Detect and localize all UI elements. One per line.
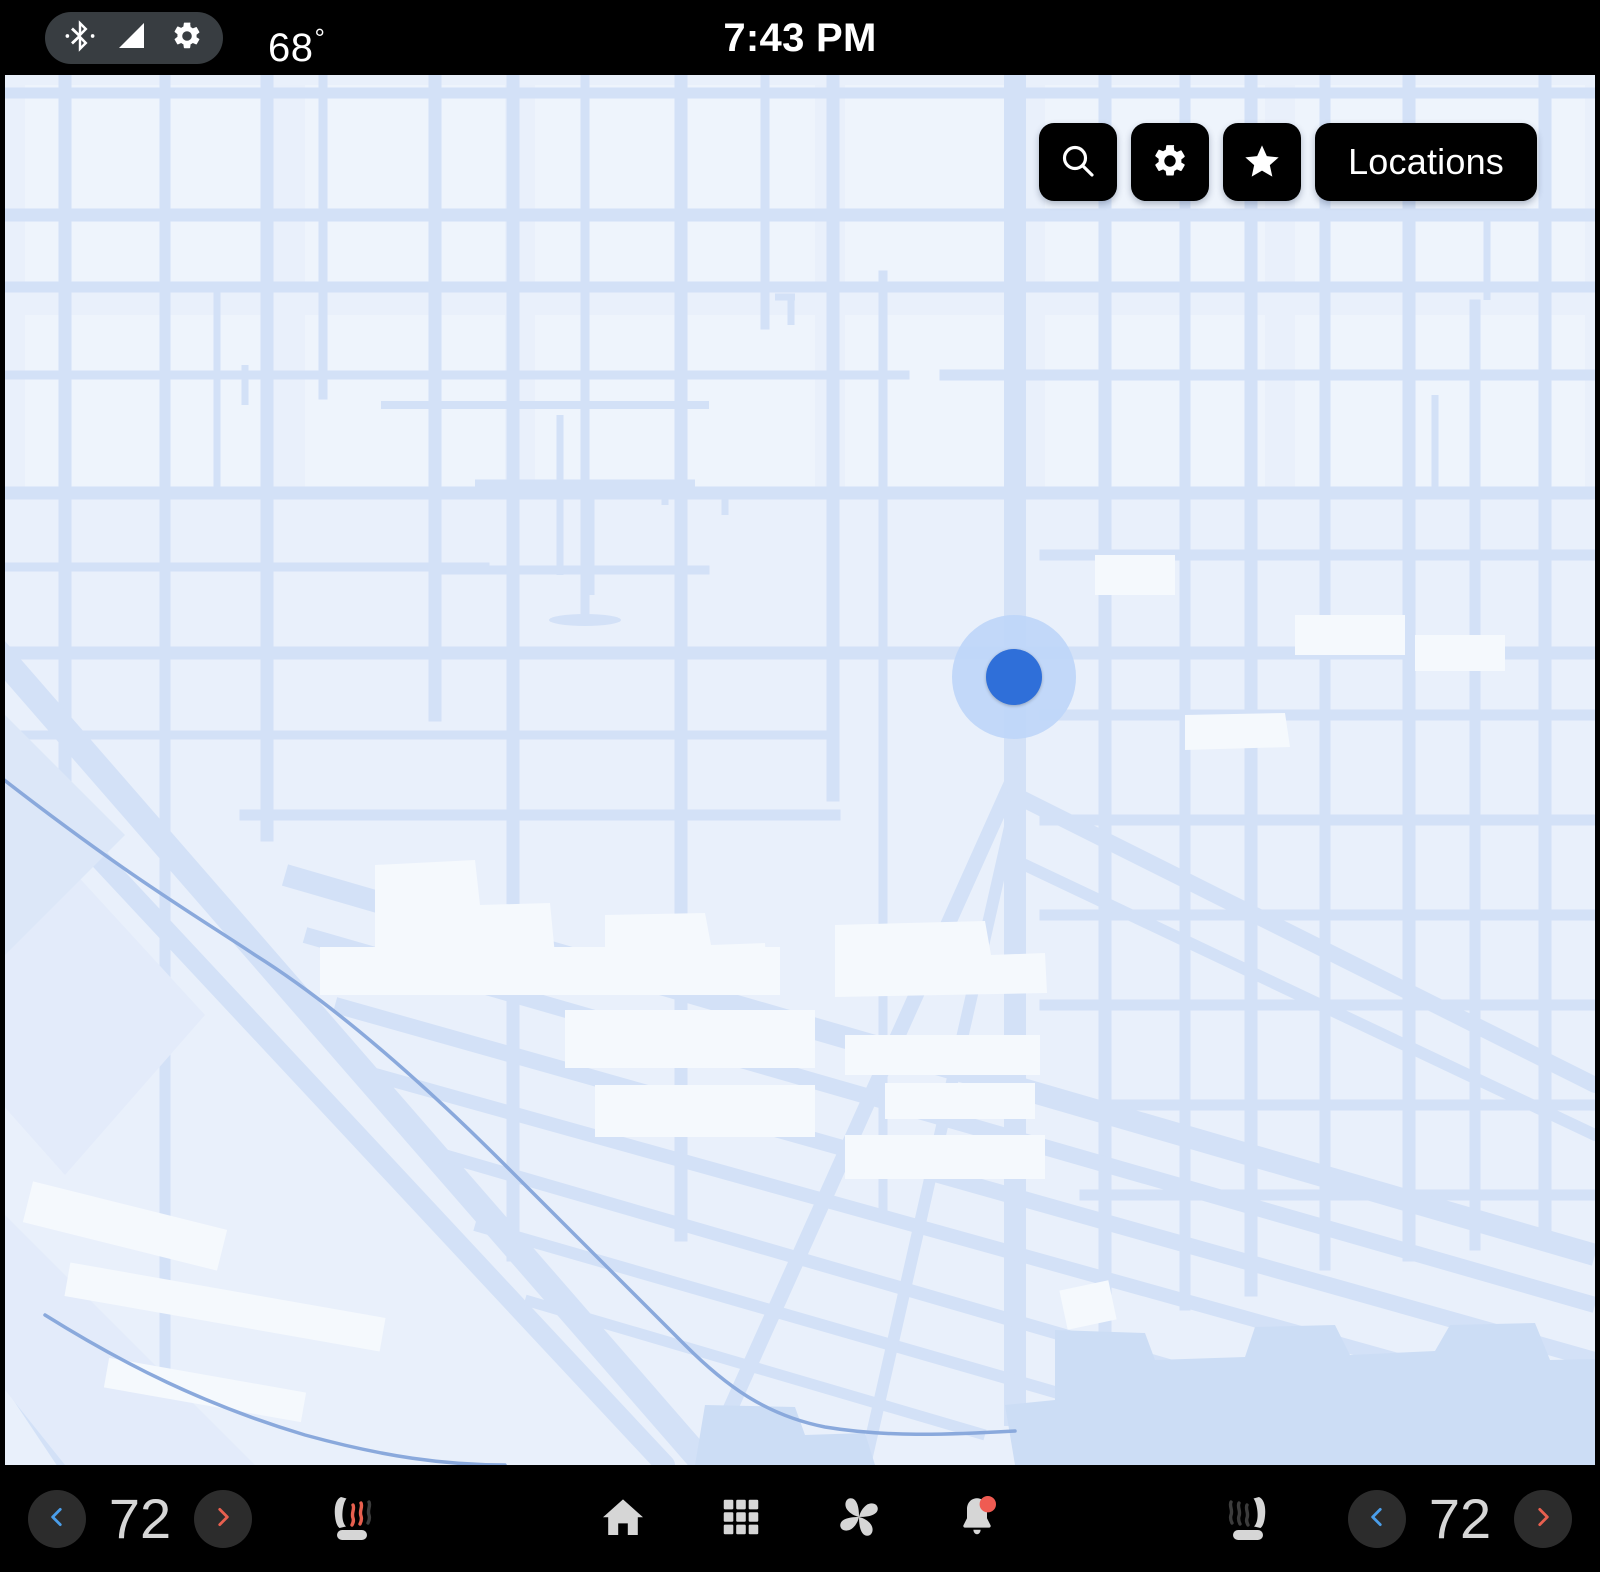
fan-icon: [834, 1492, 884, 1545]
passenger-temp-decrease-button[interactable]: [1348, 1489, 1406, 1548]
nav-home-button[interactable]: [564, 1475, 682, 1563]
passenger-climate-controls: 72: [1204, 1480, 1572, 1558]
map-canvas[interactable]: Locations: [5, 75, 1595, 1465]
current-location-marker: [952, 615, 1076, 739]
notifications-bell-icon: [953, 1493, 1001, 1544]
driver-temp-increase-button[interactable]: [194, 1489, 252, 1548]
heated-seat-right-icon: [1215, 1489, 1279, 1548]
center-navigation: [396, 1475, 1204, 1563]
chevron-left-icon: [1364, 1504, 1390, 1533]
passenger-temp-increase-button[interactable]: [1514, 1489, 1572, 1548]
status-bar: 68° 7:43 PM: [0, 0, 1600, 75]
nav-climate-button[interactable]: [800, 1475, 918, 1563]
apps-grid-icon: [718, 1494, 764, 1543]
map-settings-button[interactable]: [1131, 123, 1210, 201]
search-icon: [1058, 141, 1098, 184]
map-vector-graphic: [5, 75, 1595, 1465]
bottom-nav-bar: 72 72: [0, 1465, 1600, 1572]
chevron-right-icon: [1530, 1504, 1556, 1533]
infotainment-screen: 68° 7:43 PM Locations 72 72: [0, 0, 1600, 1572]
driver-temp-decrease-button[interactable]: [28, 1489, 86, 1548]
chevron-left-icon: [44, 1504, 70, 1533]
nav-apps-button[interactable]: [682, 1475, 800, 1563]
chevron-right-icon: [210, 1504, 236, 1533]
map-frame: Locations: [0, 75, 1600, 1465]
star-icon: [1242, 141, 1282, 184]
driver-temperature-value: 72: [108, 1486, 172, 1550]
heated-seat-left-icon: [321, 1489, 385, 1548]
location-dot: [986, 649, 1042, 705]
map-search-button[interactable]: [1039, 123, 1118, 201]
home-icon: [599, 1493, 647, 1544]
nav-notifications-button[interactable]: [918, 1475, 1036, 1563]
map-favorites-button[interactable]: [1223, 123, 1302, 201]
driver-climate-controls: 72: [28, 1480, 396, 1558]
driver-heated-seat-button[interactable]: [310, 1480, 396, 1558]
gear-icon: [1151, 142, 1189, 183]
map-toolbar: Locations: [1039, 123, 1537, 201]
status-clock: 7:43 PM: [723, 16, 877, 60]
passenger-temperature-value: 72: [1428, 1486, 1492, 1550]
map-locations-button[interactable]: Locations: [1315, 123, 1537, 201]
passenger-heated-seat-button[interactable]: [1204, 1480, 1290, 1558]
